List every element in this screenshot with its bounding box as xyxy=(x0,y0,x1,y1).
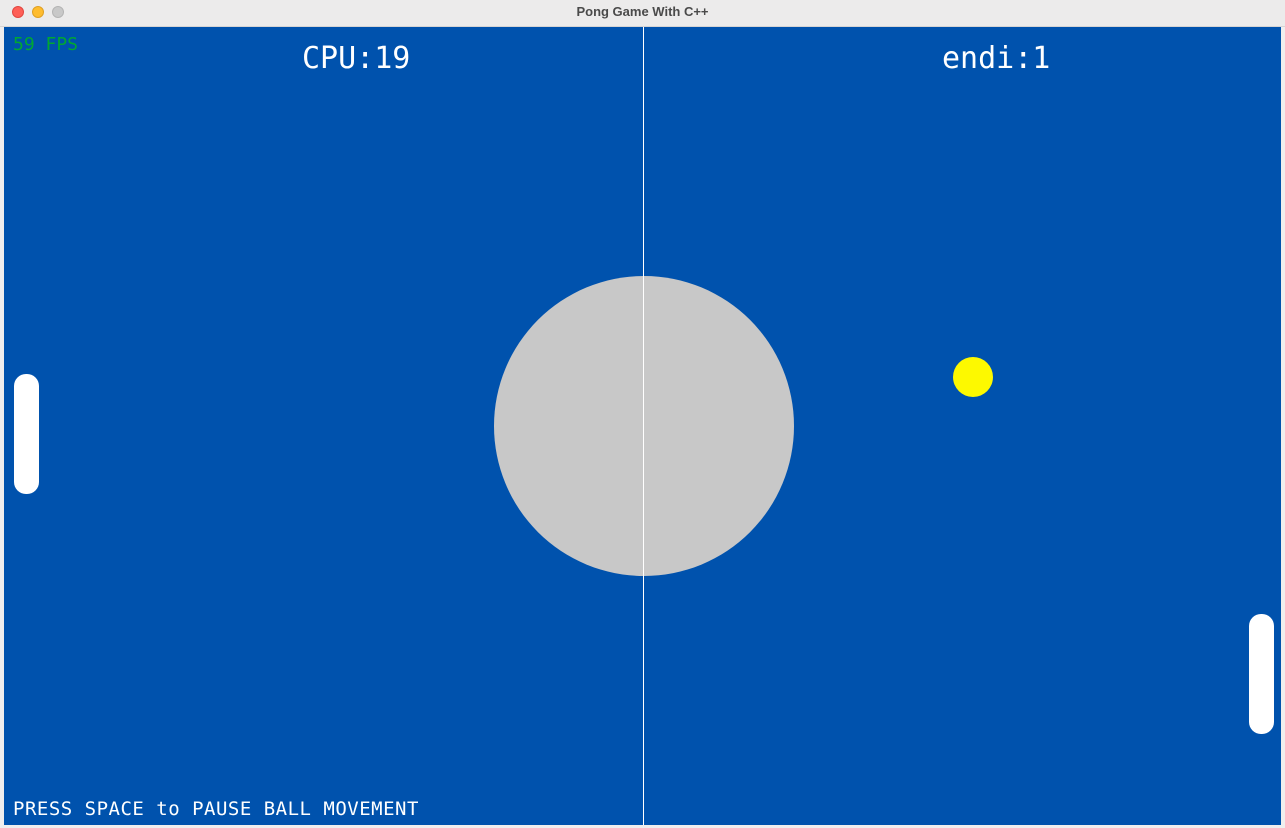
center-circle xyxy=(494,276,794,576)
pause-hint: PRESS SPACE to PAUSE BALL MOVEMENT xyxy=(13,798,419,820)
cpu-score: CPU:19 xyxy=(302,41,411,76)
game-canvas[interactable]: 59 FPS CPU:19 endi:1 PRESS SPACE to PAUS… xyxy=(4,27,1281,825)
title-bar[interactable]: Pong Game With C++ xyxy=(0,0,1285,27)
center-line xyxy=(643,27,644,825)
ball xyxy=(953,357,993,397)
window-title: Pong Game With C++ xyxy=(576,4,709,19)
app-window: Pong Game With C++ 59 FPS CPU:19 endi:1 … xyxy=(0,0,1285,828)
player-score: endi:1 xyxy=(942,41,1051,76)
fps-counter: 59 FPS xyxy=(13,34,79,55)
player-paddle[interactable] xyxy=(1249,614,1274,734)
cpu-paddle xyxy=(14,374,39,494)
